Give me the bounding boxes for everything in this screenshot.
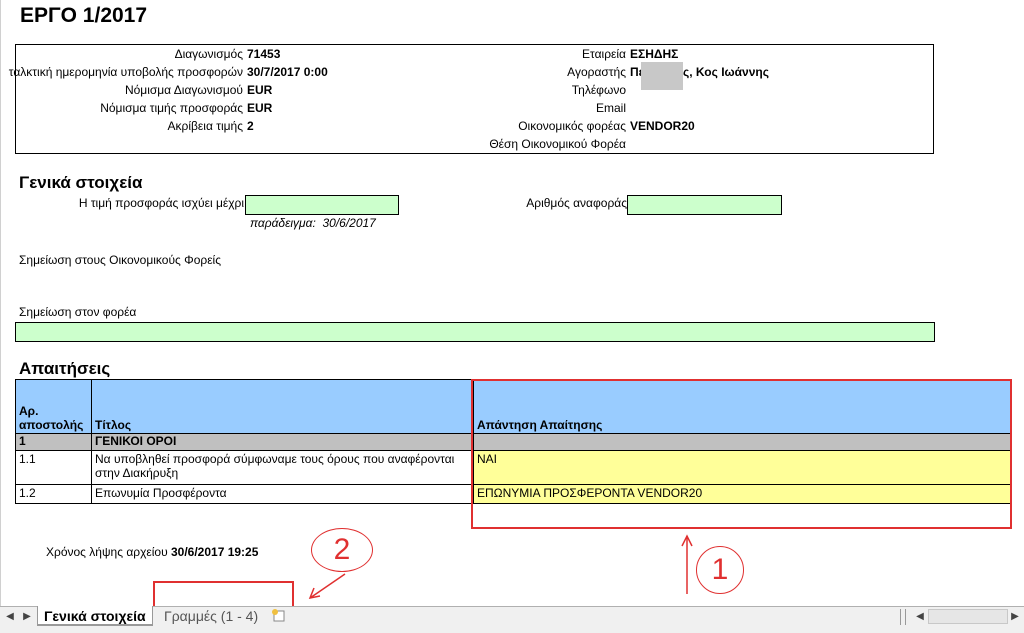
- hscroll-left-icon[interactable]: ◀: [913, 610, 927, 624]
- scroll-split-handle[interactable]: [900, 609, 906, 625]
- hscroll-right-icon[interactable]: ▶: [1008, 610, 1022, 624]
- new-sheet-icon[interactable]: [268, 609, 288, 623]
- tab-scroll-left-icon[interactable]: ◀: [3, 610, 17, 624]
- tab-general[interactable]: Γενικά στοιχεία: [37, 606, 153, 626]
- arrow-2-line: [309, 573, 346, 599]
- tab-scroll-right-icon[interactable]: ▶: [20, 610, 34, 624]
- sheet-tab-bar: [0, 606, 1024, 633]
- horizontal-scrollbar[interactable]: [928, 609, 1008, 624]
- annotation-arrows: [308, 534, 693, 600]
- tab-lines[interactable]: Γραμμές (1 - 4): [158, 606, 264, 626]
